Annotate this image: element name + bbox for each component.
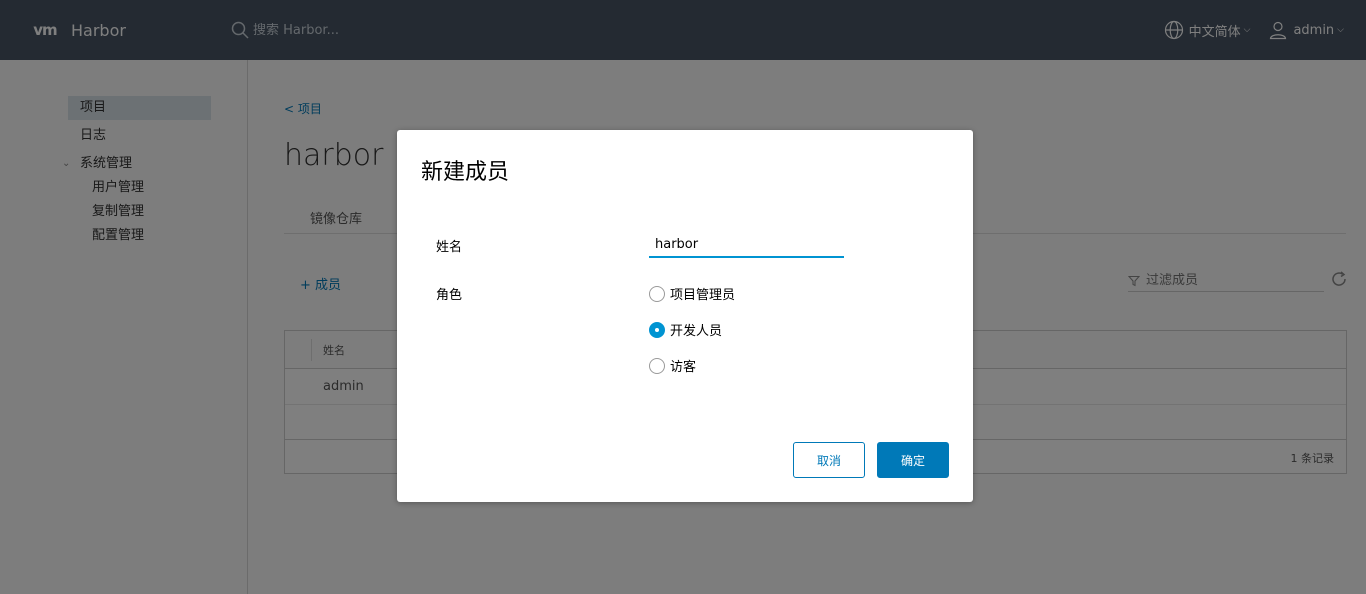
cancel-button[interactable]: 取消 xyxy=(793,442,865,478)
role-label: 角色 xyxy=(436,288,463,303)
radio-button[interactable] xyxy=(649,321,665,338)
new-member-dialog: 新建成员 姓名 角色 项目管理员 开发人员 访客 取消 确定 xyxy=(397,130,973,502)
dialog-title: 新建成员 xyxy=(421,160,510,185)
confirm-button[interactable]: 确定 xyxy=(877,442,949,478)
role-option-label: 项目管理员 xyxy=(670,288,736,303)
role-radio-developer[interactable]: 开发人员 xyxy=(649,320,722,339)
role-radio-guest[interactable]: 访客 xyxy=(649,356,696,375)
radio-button[interactable] xyxy=(649,285,665,302)
role-radio-project-admin[interactable]: 项目管理员 xyxy=(649,284,735,303)
name-label: 姓名 xyxy=(436,240,463,255)
member-name-input[interactable] xyxy=(649,232,844,258)
radio-button[interactable] xyxy=(649,357,665,374)
role-option-label: 访客 xyxy=(670,360,697,375)
role-option-label: 开发人员 xyxy=(670,324,723,339)
